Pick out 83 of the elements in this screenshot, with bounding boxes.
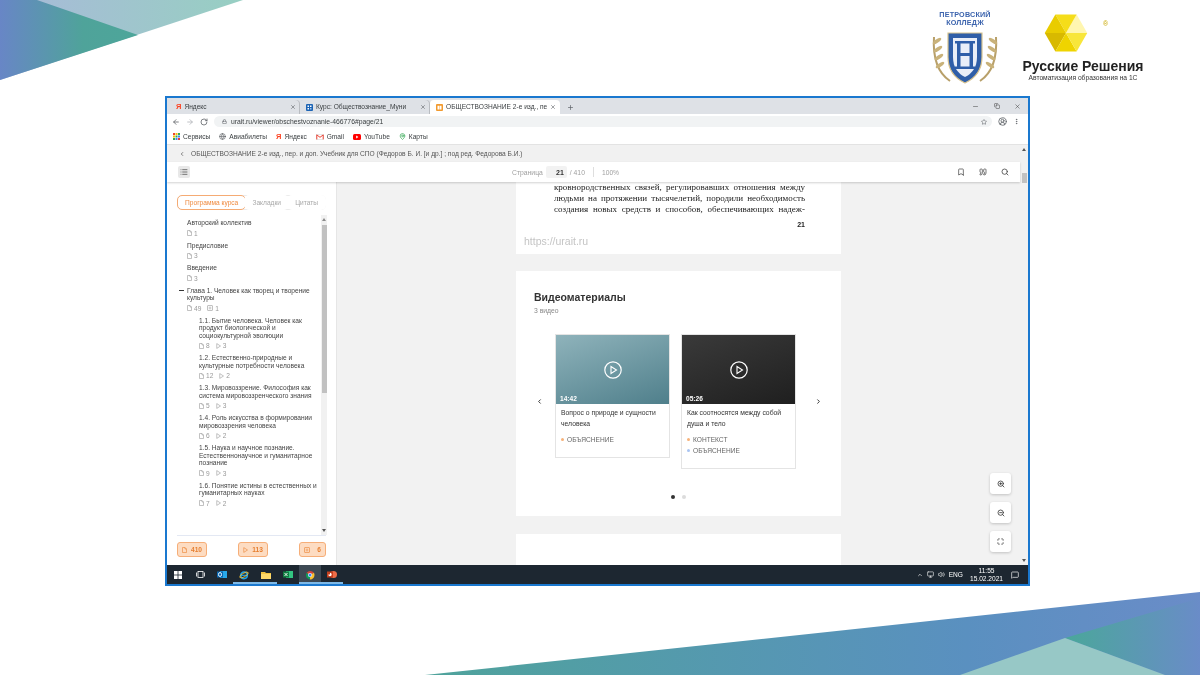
restore-icon xyxy=(993,103,1000,109)
chevron-right-icon xyxy=(814,397,822,405)
globe-icon xyxy=(219,133,227,140)
scrollbar[interactable] xyxy=(321,215,327,535)
chevron-left-icon[interactable] xyxy=(179,150,185,157)
grid-tile-icon xyxy=(306,103,313,111)
section-title: Видеоматериалы xyxy=(534,290,627,304)
arrow-up-icon[interactable] xyxy=(1022,148,1026,151)
minus-icon[interactable] xyxy=(179,289,184,291)
fullscreen-icon xyxy=(997,538,1004,545)
circle-tile-icon xyxy=(217,570,227,579)
plus-icon[interactable] xyxy=(567,103,574,111)
rectangles-icon xyxy=(195,571,205,578)
book-icon xyxy=(436,103,443,111)
carousel-dot[interactable] xyxy=(682,495,686,499)
play-icon xyxy=(243,546,249,553)
carousel-dot[interactable] xyxy=(671,495,675,499)
arrow-down-icon[interactable] xyxy=(1022,559,1026,562)
play-icon xyxy=(215,500,221,506)
cross-tile-icon xyxy=(283,570,293,579)
scrollbar-thumb[interactable] xyxy=(321,225,327,393)
zoom-in-icon xyxy=(996,479,1005,488)
zoom-in-button[interactable] xyxy=(990,473,1011,494)
close-icon xyxy=(1014,102,1021,110)
folder-icon xyxy=(261,570,271,579)
note-icon xyxy=(304,546,310,553)
close-icon[interactable] xyxy=(420,104,426,110)
page-source-url: https://urait.ru xyxy=(524,235,590,247)
page-icon xyxy=(187,275,192,281)
zoom-out-icon xyxy=(996,508,1005,517)
note-icon xyxy=(207,305,214,311)
four-squares-icon xyxy=(174,570,182,579)
play-icon xyxy=(215,470,221,476)
ring-orbit-icon xyxy=(239,569,249,580)
play-tile-icon xyxy=(352,133,361,140)
close-icon[interactable] xyxy=(550,104,556,110)
company-name: Русские Решения xyxy=(1022,59,1144,74)
play-icon xyxy=(215,342,221,349)
page-icon xyxy=(199,402,204,409)
message-icon[interactable] xyxy=(1011,570,1019,579)
page-icon xyxy=(187,305,192,311)
bookmark-icon[interactable] xyxy=(957,168,965,176)
play-icon xyxy=(215,432,221,439)
arrow-down-icon[interactable] xyxy=(322,529,326,532)
close-icon[interactable] xyxy=(290,104,296,110)
app-grid-icon xyxy=(173,133,180,140)
page-icon xyxy=(199,342,204,349)
arrow-up-icon[interactable] xyxy=(322,218,326,221)
previous-button[interactable] xyxy=(535,397,543,405)
scrollbar-thumb[interactable] xyxy=(1021,173,1027,183)
chevron-up-icon[interactable] xyxy=(916,571,923,578)
play-icon xyxy=(219,372,225,379)
lock-icon xyxy=(222,119,227,124)
reload-icon[interactable] xyxy=(200,117,208,126)
envelope-icon xyxy=(315,133,324,140)
monitor-icon[interactable] xyxy=(926,571,934,578)
star-icon[interactable] xyxy=(981,118,987,125)
page-icon xyxy=(199,470,204,476)
taskbar-button[interactable] xyxy=(299,565,321,584)
page-icon xyxy=(199,500,204,506)
search-icon[interactable] xyxy=(1001,168,1009,176)
page-icon xyxy=(199,432,204,439)
page-paragraph: кровнородственных связей, регулировавших отношения между людьми на протяжении тысячелетий, породили необходимость создания новых средств и способов, обеспечивающих надеж- xyxy=(553,182,806,215)
list-icon xyxy=(180,168,188,176)
map-pin-icon xyxy=(398,133,406,140)
play-icon xyxy=(215,402,221,409)
page-icon xyxy=(187,252,192,259)
page-icon xyxy=(199,372,204,379)
arrow-left-icon[interactable] xyxy=(172,117,180,126)
contents-button[interactable] xyxy=(178,166,190,178)
segmented-circle-icon xyxy=(305,569,315,580)
hexagon-logo-icon xyxy=(1042,14,1090,52)
pie-tile-icon xyxy=(327,570,337,579)
user-avatar-icon[interactable] xyxy=(998,117,1007,126)
quote-icon[interactable] xyxy=(979,168,987,176)
next-button[interactable] xyxy=(814,397,822,405)
scrollbar[interactable] xyxy=(1020,145,1028,565)
volume-icon[interactable] xyxy=(937,571,945,578)
chevron-left-icon xyxy=(535,397,543,405)
play-circle-icon[interactable] xyxy=(729,360,748,379)
page-icon xyxy=(182,546,187,553)
page-icon xyxy=(187,230,192,236)
zoom-out-button[interactable] xyxy=(990,502,1011,523)
